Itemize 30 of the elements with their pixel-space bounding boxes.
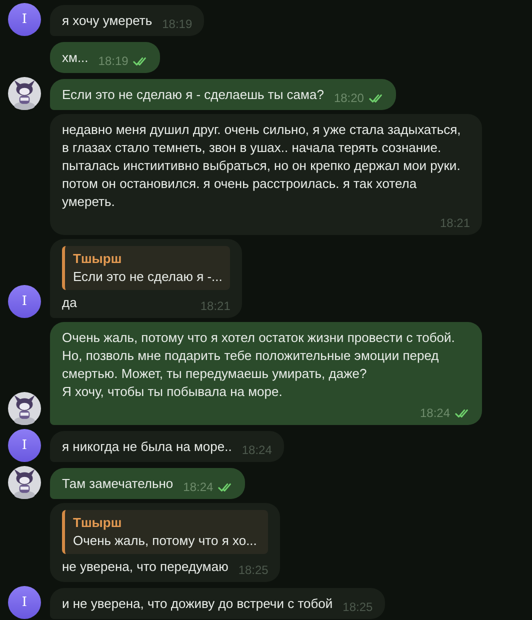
message-time: 18:21 bbox=[440, 215, 470, 232]
message-time: 18:25 bbox=[238, 562, 268, 579]
avatar[interactable]: I bbox=[8, 285, 41, 318]
message-time: 18:25 bbox=[342, 599, 373, 616]
message-time: 18:20 bbox=[334, 90, 364, 107]
avatar[interactable]: I bbox=[8, 3, 41, 36]
reply-text: Очень жаль, потому что я хо... bbox=[73, 532, 258, 550]
message-text: Очень жаль, потому что я хотел остаток жизни провести с тобой. Но, позволь мне подарить тебе положительные эмоции перед смертью. Может, ты передумаешь умирать, даже? Я хочу, чтобы ты побывала на море. bbox=[62, 329, 456, 401]
message-text: я никогда не была на море.. bbox=[62, 438, 232, 456]
message-text: и не уверена, что доживу до встречи с тобой bbox=[62, 595, 333, 613]
message-time: 18:24 bbox=[183, 479, 214, 496]
reply-text: Если это не сделаю я -... bbox=[73, 268, 222, 286]
message-time: 18:24 bbox=[242, 442, 272, 459]
reply-quote[interactable]: Тшырш Если это не сделаю я -... bbox=[62, 246, 230, 290]
reply-author: Тшырш bbox=[73, 250, 123, 268]
message-text: хм... bbox=[62, 49, 88, 67]
message-text: да bbox=[62, 294, 77, 312]
message-text: я хочу умереть bbox=[62, 12, 152, 30]
message-time: 18:19 bbox=[98, 53, 128, 70]
message-time: 18:21 bbox=[200, 298, 230, 315]
message-text: Там замечательно bbox=[62, 475, 174, 493]
message-text: недавно меня душил друг. очень сильно, я уже стала задыхаться, в глазах стало темнеть, звон в ушах.. начала терять сознание. пыталась инстиитивно выбраться, но он крепко держал мои руки. потом он остановился. я очень расстроилась. я так хотела умереть. bbox=[62, 121, 462, 211]
message-time: 18:19 bbox=[162, 16, 192, 33]
avatar[interactable]: I bbox=[8, 586, 41, 619]
message-text: Если это не сделаю я - сделаешь ты сама? bbox=[62, 86, 324, 104]
avatar[interactable]: I bbox=[8, 429, 41, 462]
message-time: 18:24 bbox=[420, 405, 450, 422]
reply-author: Тшырш bbox=[73, 514, 123, 532]
message-text: не уверена, что передумаю bbox=[62, 558, 228, 576]
reply-quote[interactable]: Тшырш Очень жаль, потому что я хо... bbox=[62, 510, 268, 554]
